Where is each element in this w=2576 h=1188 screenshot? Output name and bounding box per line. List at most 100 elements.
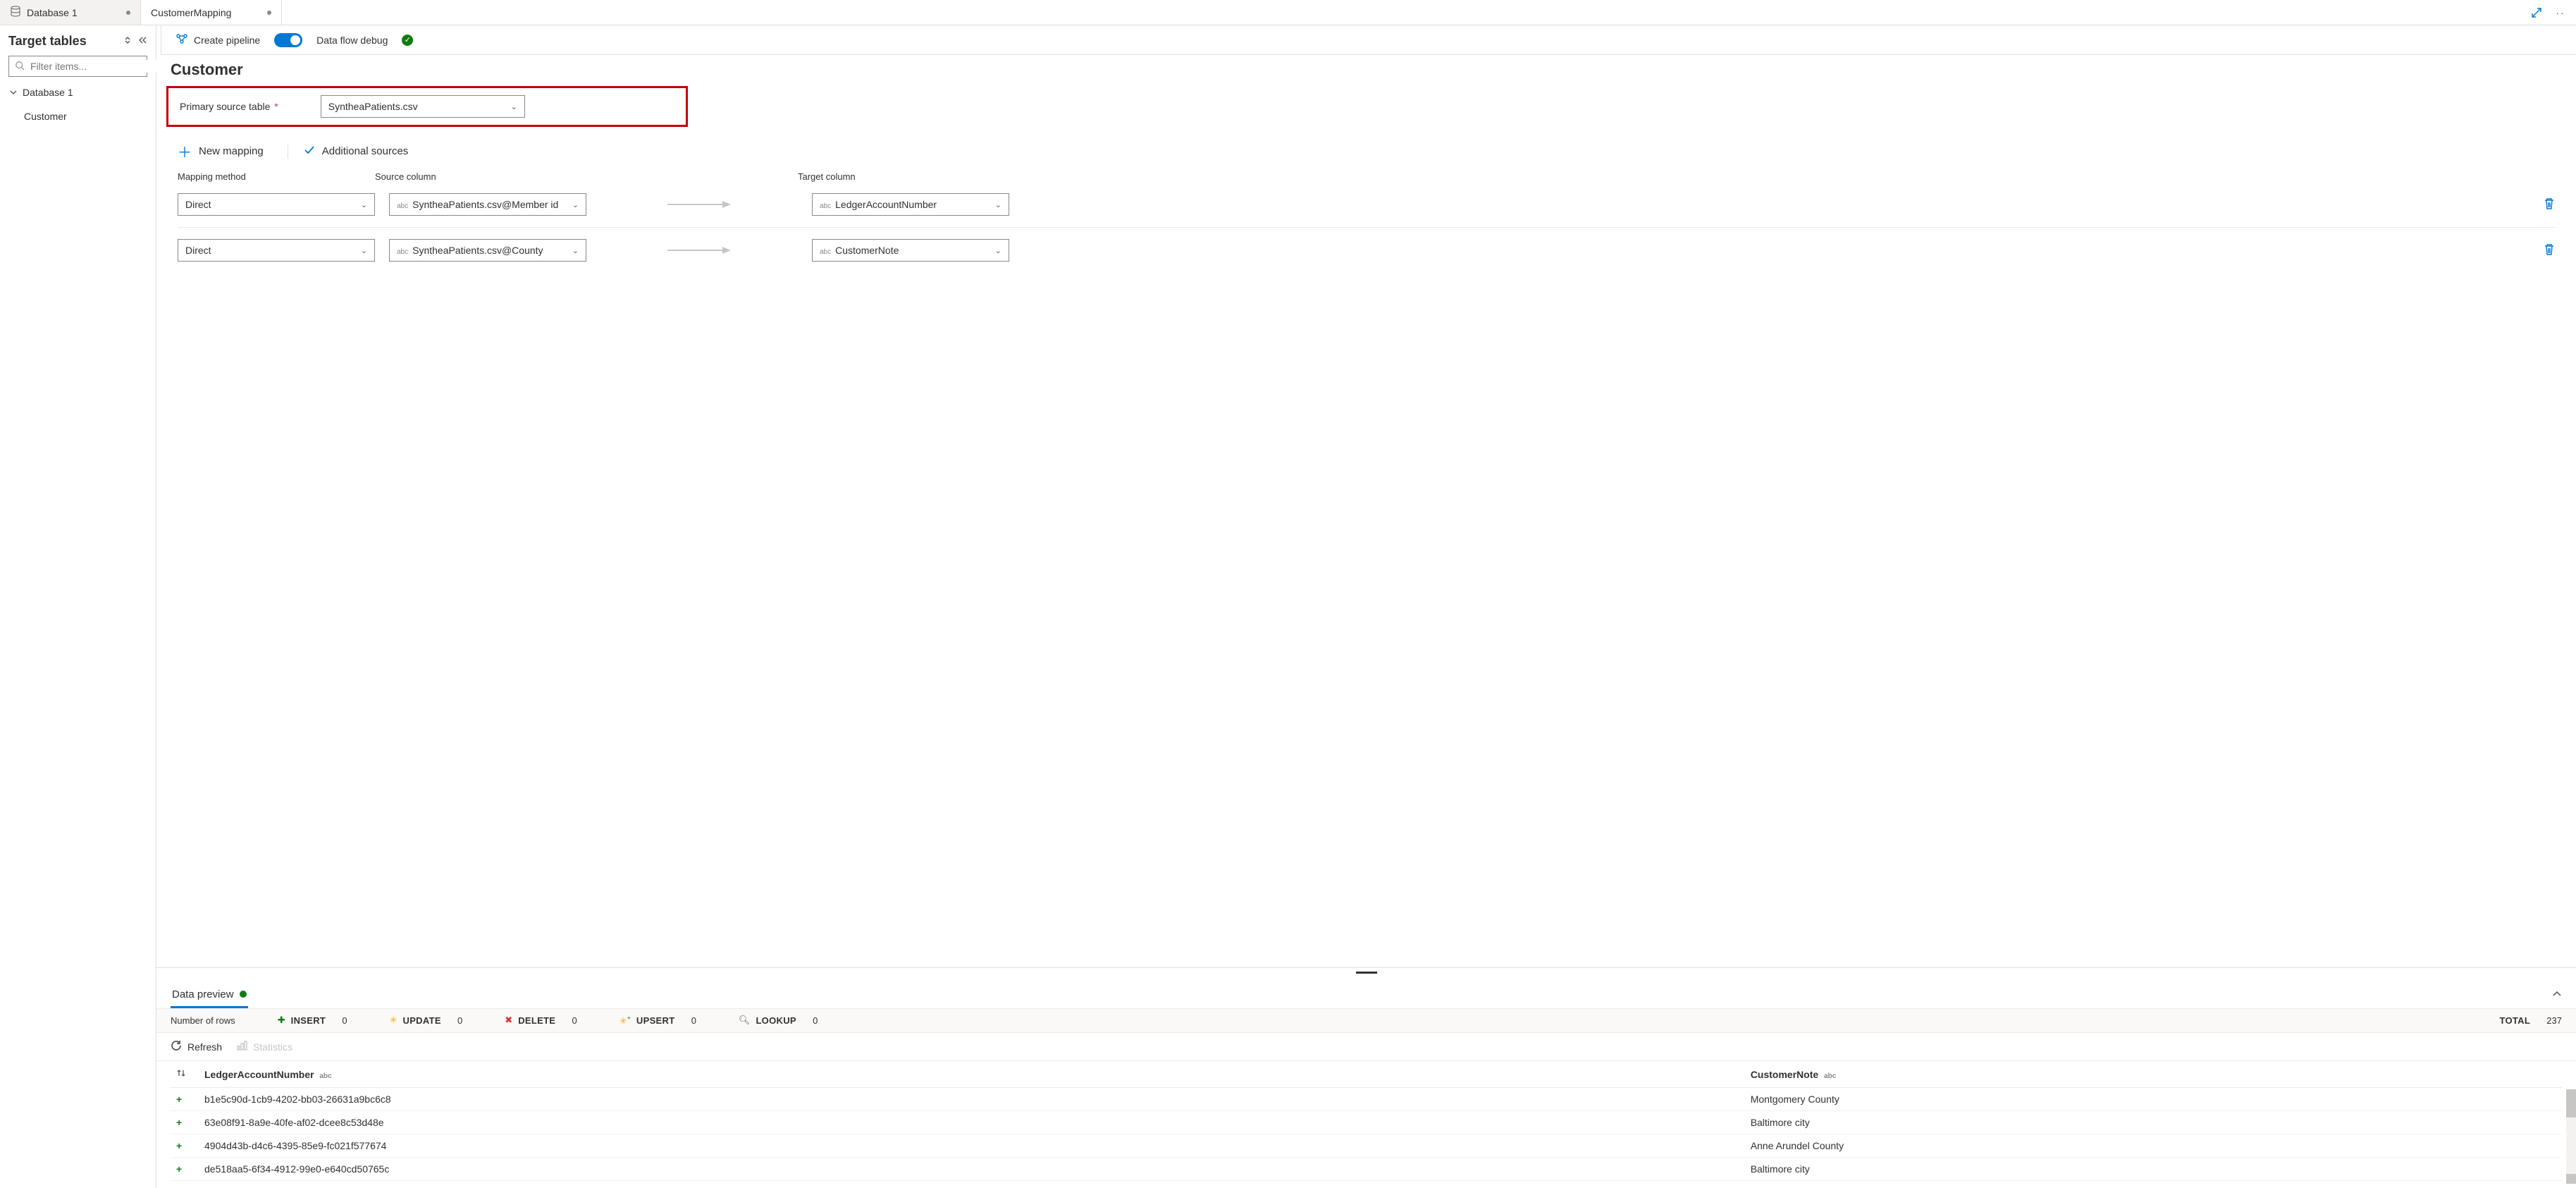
sidebar-title: Target tables <box>8 34 118 49</box>
main: Create pipeline Data flow debug ✓ Custom… <box>156 25 2576 1188</box>
col-target: Target column <box>798 171 981 182</box>
dirty-indicator-icon <box>267 11 271 15</box>
plus-icon: ＋ <box>178 141 192 161</box>
mapping-toolbar: ＋ New mapping Additional sources <box>171 137 2562 171</box>
more-icon[interactable]: ·· <box>2552 4 2569 21</box>
refresh-label: Refresh <box>187 1041 222 1053</box>
top-toolbar: Create pipeline Data flow debug ✓ <box>161 25 2576 55</box>
mapping-row: Direct ⌄ abcSyntheaPatients.csv@County⌄ a… <box>171 228 2562 273</box>
source-column-select[interactable]: abcSyntheaPatients.csv@Member id⌄ <box>389 193 586 216</box>
type-abc-icon: abc <box>397 248 408 256</box>
type-abc-icon: abc <box>319 1072 331 1080</box>
stat-update: ✳Update 0 <box>390 1015 463 1026</box>
preview-stats: Number of rows ✚Insert 0 ✳Update 0 ✖Dele… <box>156 1008 2576 1033</box>
additional-sources-button[interactable]: Additional sources <box>288 145 409 159</box>
delete-icon: ✖ <box>505 1015 512 1026</box>
table-row[interactable]: +63e08f91-8a9e-40fe-af02-dcee8c53d48eBal… <box>171 1111 2562 1134</box>
stat-total: Total 237 <box>2499 1015 2562 1026</box>
lookup-icon: 🔍︎ <box>739 1015 751 1026</box>
scrollbar[interactable] <box>2566 1089 2576 1184</box>
statistics-icon <box>236 1040 247 1053</box>
col-note[interactable]: CustomerNote abc <box>1745 1061 2562 1088</box>
tab-customer-mapping[interactable]: CustomerMapping <box>141 0 282 25</box>
cell-ledger: de518aa5-6f34-4912-99e0-e640cd50765c <box>199 1158 1745 1181</box>
source-column-select[interactable]: abcSyntheaPatients.csv@County⌄ <box>389 239 586 262</box>
rows-label: Number of rows <box>171 1015 235 1026</box>
tree-item-customer[interactable]: Customer <box>8 108 147 125</box>
tree-item-label: Customer <box>24 111 67 122</box>
chevron-down-icon: ⌄ <box>995 246 1002 255</box>
cell-ledger: 63e08f91-8a9e-40fe-af02-dcee8c53d48e <box>199 1111 1745 1134</box>
table-row[interactable]: +de518aa5-6f34-4912-99e0-e640cd50765cBal… <box>171 1158 2562 1181</box>
preview-tab[interactable]: Data preview <box>171 983 248 1008</box>
type-abc-icon: abc <box>397 202 408 210</box>
col-method: Mapping method <box>178 171 361 182</box>
table-row[interactable]: +4904d43b-d4c6-4395-85e9-fc021f577674Ann… <box>171 1134 2562 1158</box>
new-mapping-label: New mapping <box>199 145 264 157</box>
chevron-down-icon: ⌄ <box>572 246 579 255</box>
refresh-button[interactable]: Refresh <box>171 1040 222 1053</box>
row-insert-icon: + <box>171 1134 199 1158</box>
cell-note: Baltimore city <box>1745 1158 2562 1181</box>
collapse-sidebar-icon[interactable] <box>137 36 147 47</box>
pipeline-icon <box>175 32 188 47</box>
target-column-select[interactable]: abcCustomerNote⌄ <box>812 239 1009 262</box>
col-ledger[interactable]: LedgerAccountNumber abc <box>199 1061 1745 1088</box>
mapping-header: Mapping method Source column Target colu… <box>171 171 2562 182</box>
preview-grid: LedgerAccountNumber abc CustomerNote abc… <box>156 1061 2576 1188</box>
tab-label: CustomerMapping <box>151 7 231 18</box>
row-insert-icon: + <box>171 1088 199 1111</box>
mapping-method-select[interactable]: Direct ⌄ <box>178 239 375 262</box>
upsert-icon: ✳+ <box>620 1015 631 1027</box>
additional-sources-label: Additional sources <box>322 145 409 157</box>
create-pipeline-button[interactable]: Create pipeline <box>175 32 260 47</box>
stat-delete: ✖Delete 0 <box>505 1015 577 1026</box>
mapping-method-select[interactable]: Direct⌄ <box>178 193 375 216</box>
status-dot-icon <box>240 991 247 998</box>
insert-icon: ✚ <box>278 1015 285 1026</box>
tab-database-1[interactable]: Database 1 <box>0 0 141 25</box>
create-pipeline-label: Create pipeline <box>194 35 260 46</box>
collapse-preview-icon[interactable] <box>2552 989 2562 1001</box>
update-icon: ✳ <box>390 1015 398 1026</box>
debug-toggle[interactable] <box>274 33 302 47</box>
cell-ledger: b1e5c90d-1cb9-4202-bb03-26631a9bc6c8 <box>199 1088 1745 1111</box>
chevron-updown-icon[interactable] <box>123 36 132 47</box>
expand-icon[interactable] <box>2528 4 2545 21</box>
primary-source-label: Primary source table * <box>180 101 278 112</box>
target-column-select[interactable]: abcLedgerAccountNumber⌄ <box>812 193 1009 216</box>
col-source: Source column <box>375 171 572 182</box>
row-insert-icon: + <box>171 1158 199 1181</box>
primary-source-select[interactable]: SyntheaPatients.csv ⌄ <box>321 95 525 118</box>
debug-label: Data flow debug <box>316 35 388 46</box>
preview-header: Data preview <box>156 977 2576 1008</box>
mapping-method-value: Direct <box>185 245 211 256</box>
statistics-button: Statistics <box>236 1040 292 1053</box>
filter-input[interactable] <box>29 60 159 73</box>
type-abc-icon: abc <box>820 202 831 210</box>
resize-handle[interactable] <box>156 967 2576 977</box>
delete-mapping-button[interactable] <box>2544 243 2555 258</box>
chevron-down-icon <box>10 87 18 98</box>
cell-note: Baltimore city <box>1745 1111 2562 1134</box>
target-column-value: CustomerNote <box>835 245 899 256</box>
row-insert-icon: + <box>171 1111 199 1134</box>
sort-header[interactable] <box>171 1061 199 1088</box>
type-abc-icon: abc <box>1824 1072 1836 1080</box>
sidebar: Target tables Database 1 <box>0 25 156 1188</box>
tree-root-database-1[interactable]: Database 1 <box>8 84 147 101</box>
cell-ledger: 4904d43b-d4c6-4395-85e9-fc021f577674 <box>199 1134 1745 1158</box>
chevron-down-icon: ⌄ <box>361 246 367 255</box>
delete-mapping-button[interactable] <box>2544 197 2555 212</box>
table-row[interactable]: +b1e5c90d-1cb9-4202-bb03-26631a9bc6c8Mon… <box>171 1088 2562 1111</box>
new-mapping-button[interactable]: ＋ New mapping <box>178 141 264 161</box>
status-ok-icon: ✓ <box>402 35 413 46</box>
cell-note: Montgomery County <box>1745 1088 2562 1111</box>
stat-insert: ✚Insert 0 <box>278 1015 347 1026</box>
cell-note: Anne Arundel County <box>1745 1134 2562 1158</box>
dirty-indicator-icon <box>126 11 130 15</box>
chevron-down-icon: ⌄ <box>361 200 367 209</box>
mapping-row: Direct⌄ abcSyntheaPatients.csv@Member id… <box>171 182 2562 227</box>
check-icon <box>304 145 315 159</box>
filter-input-wrap[interactable] <box>8 56 147 77</box>
